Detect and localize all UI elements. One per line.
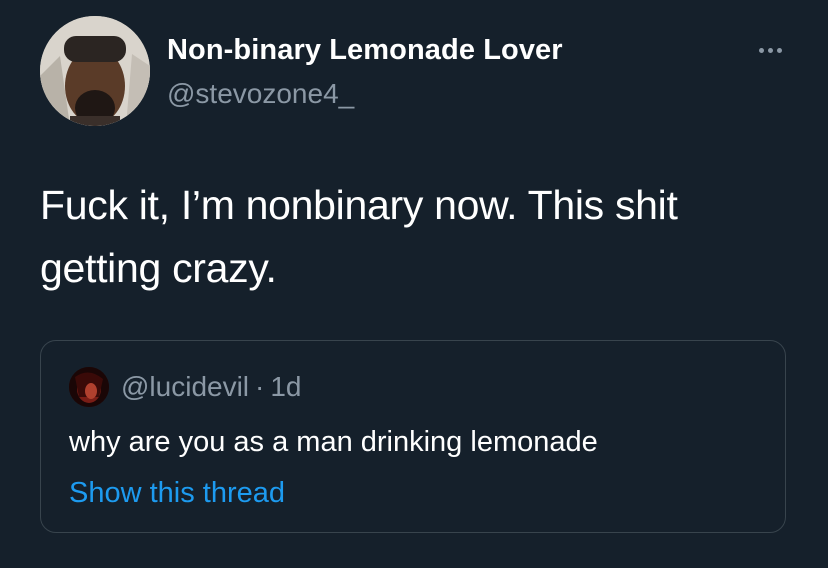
tweet: Non-binary Lemonade Lover @stevozone4_ F…	[0, 0, 828, 568]
author-avatar[interactable]	[40, 16, 150, 126]
more-options-icon	[758, 47, 764, 53]
author-handle[interactable]: @stevozone4_	[167, 78, 354, 110]
profile-photo-icon	[40, 16, 150, 126]
more-options-button[interactable]	[748, 36, 792, 64]
quoted-author-handle[interactable]: @lucidevil	[121, 371, 249, 402]
more-options-icon-dot	[776, 47, 782, 53]
author-display-name[interactable]: Non-binary Lemonade Lover	[167, 34, 563, 67]
quoted-author-avatar[interactable]	[69, 367, 109, 407]
meta-separator: ·	[255, 371, 265, 402]
profile-photo-icon	[69, 367, 109, 407]
quoted-tweet-text: why are you as a man drinking lemonade	[69, 426, 598, 458]
more-options-icon-dot	[767, 47, 773, 53]
show-this-thread-link[interactable]: Show this thread	[69, 477, 285, 510]
quoted-tweet-meta: @lucidevil · 1d	[121, 371, 302, 403]
quoted-tweet-time[interactable]: 1d	[270, 371, 301, 402]
quoted-tweet-card[interactable]: @lucidevil · 1d why are you as a man drink…	[40, 340, 786, 533]
tweet-text: Fuck it, I’m nonbinary now. This shit ge…	[40, 182, 678, 291]
